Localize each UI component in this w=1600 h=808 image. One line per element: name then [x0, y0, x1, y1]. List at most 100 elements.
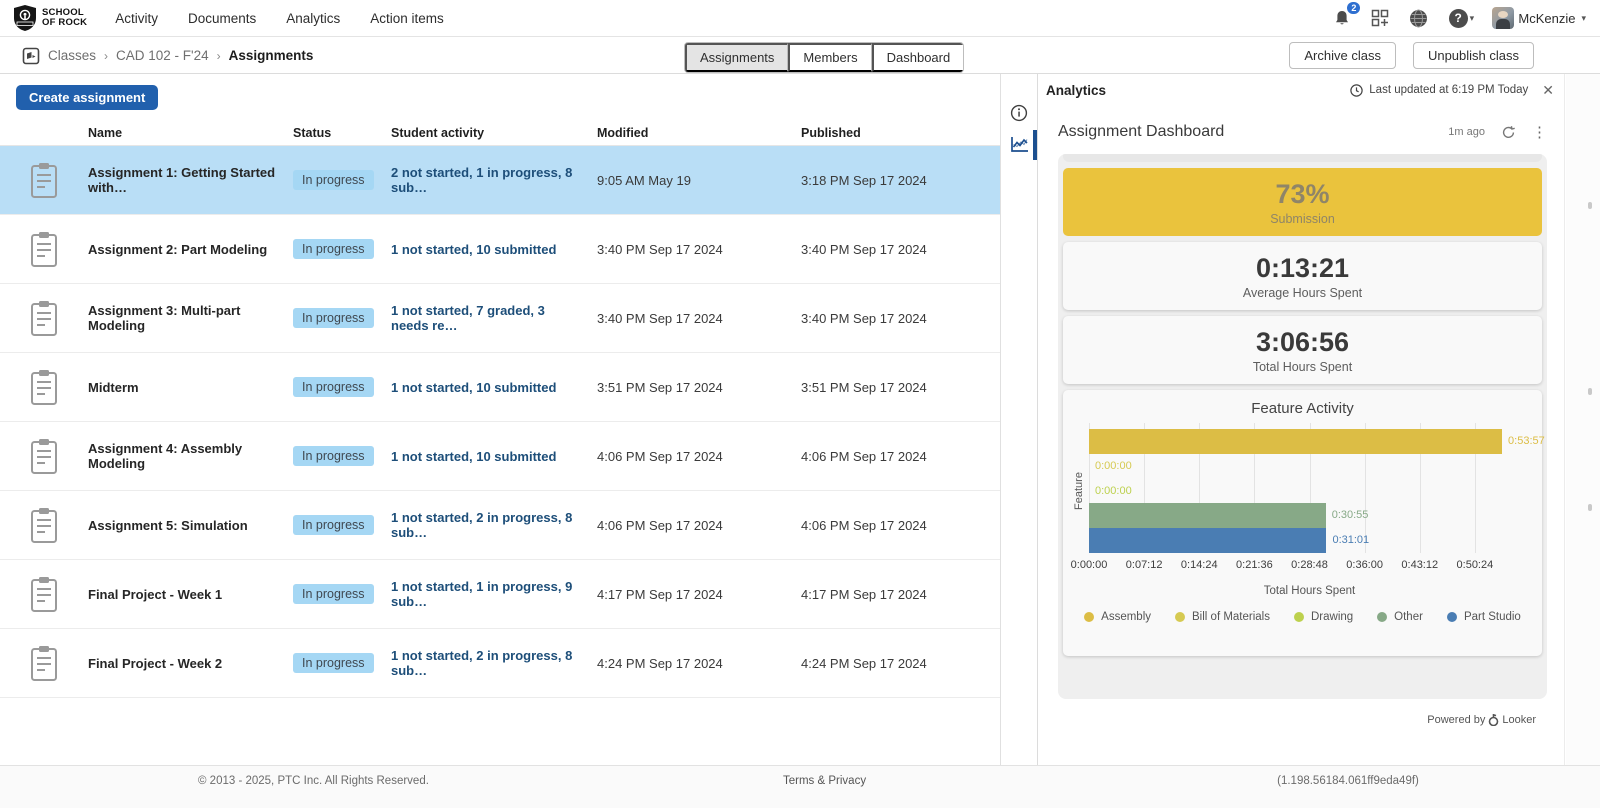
assignment-clipboard-icon	[29, 644, 59, 682]
submission-label: Submission	[1270, 212, 1335, 226]
chart-x-axis-label: Total Hours Spent	[1089, 585, 1530, 597]
chart-bar-value-label: 0:30:55	[1332, 503, 1369, 528]
legend-label: Assembly	[1101, 611, 1151, 623]
published-date: 4:24 PM Sep 17 2024	[801, 656, 1000, 671]
page-footer: © 2013 - 2025, PTC Inc. All Rights Reser…	[0, 765, 1600, 808]
student-activity-link[interactable]: 1 not started, 7 graded, 3 needs re…	[391, 303, 597, 333]
column-header-student-activity[interactable]: Student activity	[391, 126, 597, 140]
apps-grid-plus-icon	[1371, 9, 1389, 27]
legend-color-dot	[1294, 612, 1304, 622]
chart-bar[interactable]	[1089, 503, 1326, 528]
modified-date: 9:05 AM May 19	[597, 173, 801, 188]
chart-x-axis-ticks: 0:00:000:07:120:14:240:21:360:28:480:36:…	[1089, 559, 1530, 575]
student-activity-link[interactable]: 1 not started, 2 in progress, 8 sub…	[391, 510, 597, 540]
chart-bar-value-label: 0:31:01	[1332, 528, 1369, 553]
scrolled-tile-sliver	[1063, 154, 1542, 162]
student-activity-link[interactable]: 1 not started, 1 in progress, 9 sub…	[391, 579, 597, 609]
create-assignment-button[interactable]: Create assignment	[16, 85, 158, 110]
class-view-tabs: AssignmentsMembersDashboard	[684, 42, 964, 73]
total-hours-kpi-tile[interactable]: 3:06:56 Total Hours Spent	[1063, 316, 1542, 384]
help-menu-button[interactable]: ? ▾	[1444, 6, 1478, 30]
assignment-name: Assignment 2: Part Modeling	[88, 242, 293, 257]
assignment-row[interactable]: Assignment 5: SimulationIn progress1 not…	[0, 491, 1000, 560]
status-badge: In progress	[293, 446, 374, 466]
student-activity-link[interactable]: 1 not started, 10 submitted	[391, 380, 597, 395]
breadcrumb: Classes › CAD 102 - F'24 › Assignments	[22, 37, 313, 74]
classes-icon	[22, 47, 40, 65]
column-header-name[interactable]: Name	[88, 126, 293, 140]
legend-item-assembly[interactable]: Assembly	[1084, 611, 1151, 623]
assignment-clipboard-icon	[29, 506, 59, 544]
apps-launcher-button[interactable]	[1368, 6, 1392, 30]
column-header-modified[interactable]: Modified	[597, 126, 801, 140]
total-hours-label: Total Hours Spent	[1253, 360, 1352, 374]
status-badge: In progress	[293, 239, 374, 259]
modified-date: 4:24 PM Sep 17 2024	[597, 656, 801, 671]
clock-icon	[1350, 84, 1363, 97]
breadcrumb-class-name[interactable]: CAD 102 - F'24	[116, 48, 209, 63]
column-header-published[interactable]: Published	[801, 126, 1000, 140]
breadcrumb-classes[interactable]: Classes	[48, 48, 96, 63]
globe-icon	[1409, 9, 1428, 28]
user-menu[interactable]: McKenzie ▾	[1492, 7, 1586, 29]
nav-item-activity[interactable]: Activity	[115, 11, 158, 26]
column-header-status[interactable]: Status	[293, 126, 391, 140]
legend-item-other[interactable]: Other	[1377, 611, 1423, 623]
status-badge: In progress	[293, 170, 374, 190]
unpublish-class-button[interactable]: Unpublish class	[1413, 42, 1534, 69]
student-activity-link[interactable]: 2 not started, 1 in progress, 8 sub…	[391, 165, 597, 195]
terms-privacy-link[interactable]: Terms & Privacy	[783, 775, 866, 787]
close-panel-icon[interactable]: ✕	[1542, 82, 1554, 99]
assignment-row[interactable]: Assignment 1: Getting Started with…In pr…	[0, 146, 1000, 215]
analytics-panel: Analytics Last updated at 6:19 PM Today …	[1037, 74, 1565, 765]
language-button[interactable]	[1406, 6, 1430, 30]
dashboard-menu-button[interactable]: ⋮	[1532, 123, 1547, 141]
assignment-row[interactable]: Assignment 2: Part ModelingIn progress 1 …	[0, 215, 1000, 284]
legend-item-part-studio[interactable]: Part Studio	[1447, 611, 1521, 623]
assignment-row[interactable]: MidtermIn progress1 not started, 10 subm…	[0, 353, 1000, 422]
submission-kpi-tile[interactable]: 73% Submission	[1063, 168, 1542, 236]
main-content: Create assignment Name Status Student ac…	[0, 74, 1600, 765]
school-of-rock-logo[interactable]: SCHOOL OF ROCK	[0, 4, 101, 32]
archive-class-button[interactable]: Archive class	[1289, 42, 1396, 69]
student-activity-link[interactable]: 1 not started, 10 submitted	[391, 449, 597, 464]
info-panel-button[interactable]	[1008, 102, 1030, 124]
last-updated-status: Last updated at 6:19 PM Today	[1350, 84, 1528, 97]
student-activity-link[interactable]: 1 not started, 10 submitted	[391, 242, 597, 257]
nav-item-action-items[interactable]: Action items	[370, 11, 444, 26]
chart-bar[interactable]	[1089, 429, 1502, 454]
notifications-button[interactable]: 2	[1330, 6, 1354, 30]
modified-date: 4:06 PM Sep 17 2024	[597, 449, 801, 464]
primary-nav: Activity Documents Analytics Action items	[115, 11, 444, 26]
modified-date: 3:40 PM Sep 17 2024	[597, 311, 801, 326]
tab-assignments[interactable]: Assignments	[685, 43, 788, 72]
chart-bar[interactable]	[1089, 528, 1326, 553]
assignment-row[interactable]: Assignment 3: Multi-part ModelingIn prog…	[0, 284, 1000, 353]
published-date: 4:06 PM Sep 17 2024	[801, 449, 1000, 464]
chart-bar-value-label: 0:00:00	[1095, 454, 1132, 479]
legend-color-dot	[1447, 612, 1457, 622]
assignment-row[interactable]: Final Project - Week 2In progress1 not s…	[0, 629, 1000, 698]
user-name-label: McKenzie	[1518, 11, 1575, 26]
assignment-clipboard-icon	[29, 575, 59, 613]
assignment-clipboard-icon	[29, 299, 59, 337]
refresh-dashboard-button[interactable]	[1501, 125, 1516, 140]
legend-item-drawing[interactable]: Drawing	[1294, 611, 1353, 623]
modified-date: 3:51 PM Sep 17 2024	[597, 380, 801, 395]
average-hours-value: 0:13:21	[1256, 253, 1349, 283]
assignment-row[interactable]: Assignment 4: Assembly ModelingIn progre…	[0, 422, 1000, 491]
tab-members[interactable]: Members	[788, 43, 871, 72]
nav-item-analytics[interactable]: Analytics	[286, 11, 340, 26]
legend-color-dot	[1377, 612, 1387, 622]
student-activity-link[interactable]: 1 not started, 2 in progress, 8 sub…	[391, 648, 597, 678]
legend-label: Bill of Materials	[1192, 611, 1270, 623]
tab-dashboard[interactable]: Dashboard	[872, 43, 964, 72]
page-scrollbar-gutter[interactable]	[1566, 74, 1600, 765]
shield-logo-icon	[12, 4, 38, 32]
nav-item-documents[interactable]: Documents	[188, 11, 256, 26]
analytics-panel-button[interactable]	[1008, 133, 1030, 155]
average-hours-kpi-tile[interactable]: 0:13:21 Average Hours Spent	[1063, 242, 1542, 310]
legend-item-bill-of-materials[interactable]: Bill of Materials	[1175, 611, 1270, 623]
total-hours-value: 3:06:56	[1256, 327, 1349, 357]
assignment-row[interactable]: Final Project - Week 1In progress1 not s…	[0, 560, 1000, 629]
